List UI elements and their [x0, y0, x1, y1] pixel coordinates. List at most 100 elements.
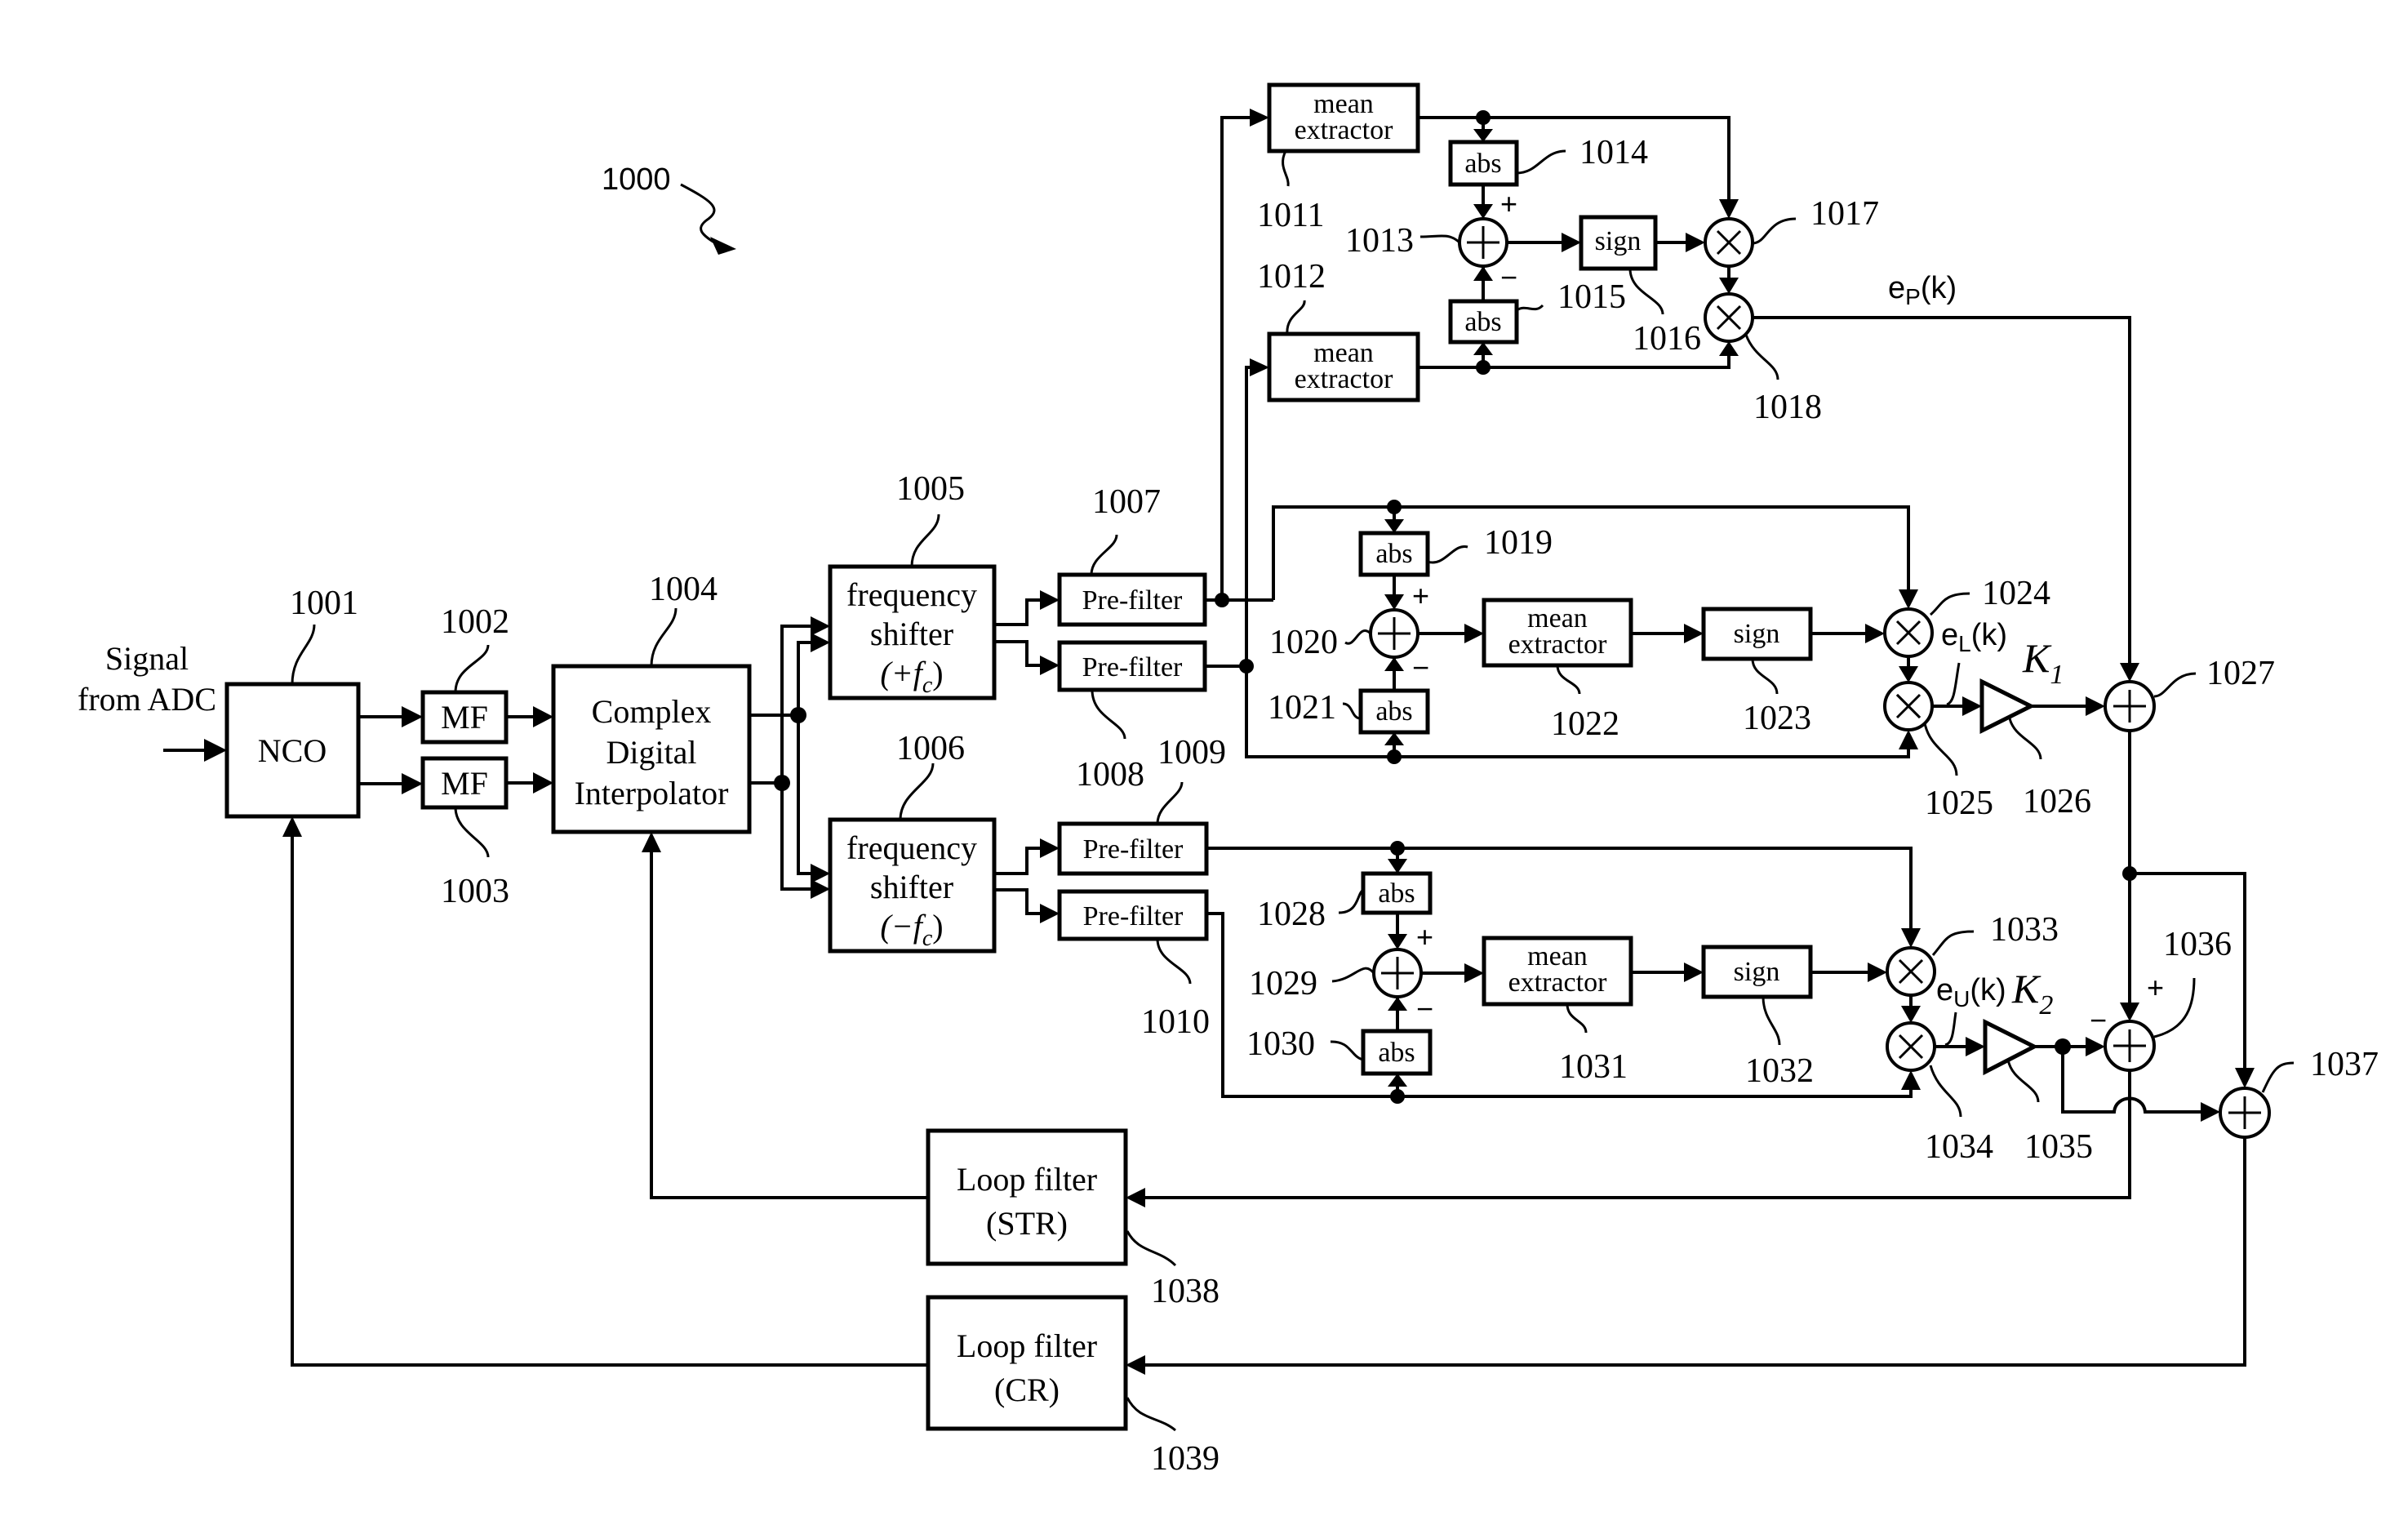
wire-mf-interp: [506, 706, 553, 794]
leader-1017: [1752, 217, 1797, 245]
mf-bottom-label: MF: [441, 765, 488, 802]
sign-plus-1020: +: [1412, 579, 1429, 612]
ref-1007: 1007: [1092, 483, 1161, 521]
mf-block-bottom: MF: [420, 756, 509, 810]
sign-plus-1036: +: [2147, 971, 2164, 1004]
leader-1004: [650, 607, 678, 667]
ref-1031: 1031: [1559, 1048, 1628, 1086]
abs-1015-label: abs: [1464, 307, 1501, 337]
mf-block-top: MF: [420, 690, 509, 745]
wire-nco-mf: [358, 706, 423, 794]
mean-1011-line2: extractor: [1295, 115, 1393, 145]
leader-1018: [1744, 334, 1779, 380]
ref-1025: 1025: [1925, 785, 1993, 822]
sign-1032: sign: [1701, 945, 1813, 999]
ref-1014: 1014: [1579, 134, 1648, 171]
block-diagram: 1000 Signal from ADC NCO 1001 MF 1002 MF…: [78, 82, 2379, 1478]
sign-minus-1013: −: [1500, 260, 1517, 294]
adder-1036: [2104, 1020, 2156, 1072]
sign-minus-1036: −: [2090, 1003, 2107, 1037]
ref-1006: 1006: [896, 730, 965, 767]
mean-extractor-1022: mean extractor: [1482, 598, 1633, 668]
mean-1012-line2: extractor: [1295, 364, 1393, 394]
ref-1023: 1023: [1743, 700, 1811, 737]
input-label-line1: Signal: [105, 640, 189, 677]
figure-ref-zigzag: [680, 183, 719, 247]
ref-1024: 1024: [1982, 575, 2050, 612]
mean-extractor-1031: mean extractor: [1482, 936, 1633, 1007]
ref-1020: 1020: [1269, 624, 1338, 661]
mult-1033: [1886, 946, 1936, 997]
ref-1034: 1034: [1925, 1128, 1993, 1166]
fs-neg-line1: frequency: [846, 829, 977, 866]
interp-line2: Digital: [606, 734, 696, 771]
leader-1027: [2153, 672, 2197, 698]
abs-1019: abs: [1358, 531, 1430, 577]
loop-filter-cr-line2: (CR): [994, 1372, 1060, 1408]
ref-1030: 1030: [1246, 1025, 1315, 1063]
leader-1021: [1342, 702, 1362, 720]
sign-plus-1013: +: [1500, 187, 1517, 220]
ref-1037: 1037: [2310, 1046, 2379, 1083]
input-arrow: [163, 739, 227, 762]
leader-el: [1946, 662, 1961, 706]
abs-1030: abs: [1361, 1029, 1433, 1076]
ref-1021: 1021: [1268, 689, 1336, 727]
sign-1032-label: sign: [1734, 957, 1780, 987]
prefilter-1008: Pre-filter: [1057, 640, 1207, 692]
ref-1016: 1016: [1633, 320, 1701, 358]
abs-1021-label: abs: [1375, 696, 1412, 727]
leader-eu: [1944, 1011, 1957, 1047]
ref-1003: 1003: [441, 873, 509, 910]
fs-neg-line2: shifter: [870, 869, 953, 905]
leader-1010: [1156, 938, 1192, 985]
leader-1020: [1344, 629, 1372, 645]
mult-1018: [1704, 292, 1754, 343]
mean-extractor-1012: mean extractor: [1267, 331, 1420, 402]
ref-1033: 1033: [1990, 911, 2059, 949]
leader-1025: [1923, 722, 1958, 776]
nco-label: NCO: [258, 732, 327, 769]
abs-1019-label: abs: [1375, 539, 1412, 569]
abs-1015: abs: [1448, 299, 1519, 345]
ref-1035: 1035: [2024, 1128, 2093, 1166]
ref-1028: 1028: [1257, 896, 1326, 933]
gain-k1: K1: [2022, 635, 2064, 690]
freq-shifter-neg-block: frequency shifter (−fc): [828, 817, 997, 954]
signal-eu: eU(k): [1936, 973, 2006, 1011]
ref-1017: 1017: [1810, 195, 1879, 233]
adder-1029: [1372, 948, 1423, 998]
prefilter-1008-label: Pre-filter: [1082, 652, 1183, 682]
loop-filter-str-line1: Loop filter: [957, 1161, 1097, 1198]
prefilter-1009: Pre-filter: [1057, 821, 1209, 876]
leader-1022: [1556, 665, 1581, 695]
ref-1038: 1038: [1151, 1273, 1220, 1310]
abs-1014-label: abs: [1464, 149, 1501, 179]
ref-1026: 1026: [2023, 783, 2091, 820]
mf-top-label: MF: [441, 699, 488, 736]
abs-1028-label: abs: [1378, 878, 1415, 909]
leader-1024: [1930, 592, 1970, 616]
leader-1009: [1156, 781, 1184, 825]
sign-1023-label: sign: [1734, 619, 1780, 649]
figure-ref-arrowhead: [710, 237, 736, 255]
abs-1028: abs: [1361, 871, 1433, 915]
loop-filter-cr: Loop filter (CR): [926, 1295, 1128, 1431]
leader-1034: [1929, 1065, 1962, 1118]
mult-1025: [1883, 681, 1934, 731]
ref-1032: 1032: [1745, 1052, 1814, 1090]
loop-filter-str-line2: (STR): [986, 1205, 1068, 1242]
ref-1036: 1036: [2163, 926, 2232, 963]
ref-1002: 1002: [441, 603, 509, 641]
ref-1011: 1011: [1257, 197, 1324, 234]
leader-1033: [1931, 930, 1975, 956]
sign-plus-1029: +: [1416, 920, 1433, 954]
prefilter-1010-label: Pre-filter: [1083, 901, 1184, 931]
leader-1037: [2261, 1061, 2295, 1093]
leader-1038: [1126, 1230, 1177, 1267]
leader-1008: [1091, 689, 1126, 740]
leader-1013: [1419, 234, 1461, 244]
leader-1015: [1516, 304, 1544, 312]
prefilter-1007-label: Pre-filter: [1082, 585, 1183, 616]
ref-1015: 1015: [1557, 278, 1626, 316]
